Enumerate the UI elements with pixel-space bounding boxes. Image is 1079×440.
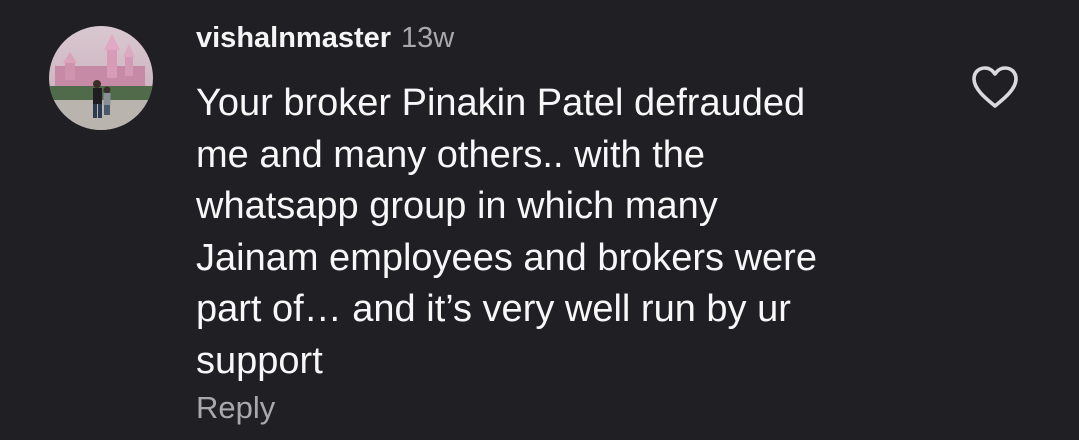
avatar[interactable]: [49, 26, 153, 130]
reply-button[interactable]: Reply: [196, 390, 275, 426]
comment-text-line: me and many others.. with the: [196, 133, 706, 176]
comment-item: vishalnmaster 13w Your broker Pinakin Pa…: [0, 0, 1079, 440]
comment-timestamp: 13w: [401, 22, 455, 54]
comment-meta: vishalnmaster 13w: [196, 22, 454, 62]
comment-text-line: Jainam employees and brokers were: [196, 236, 817, 279]
comment-text-line: Your broker Pinakin Patel defrauded: [196, 82, 806, 124]
comment-text: Your broker Pinakin Patel defrauded me a…: [196, 78, 956, 387]
user-photo-avatar-icon: [49, 26, 153, 130]
heart-outline-icon: [972, 66, 1018, 108]
comment-text-line: part of… and it’s very well run by ur: [196, 288, 791, 330]
comment-text-line: whatsapp group in which many: [196, 185, 718, 227]
username-link[interactable]: vishalnmaster: [196, 22, 391, 55]
like-button[interactable]: [970, 64, 1020, 110]
comment-text-line: support: [196, 339, 323, 382]
